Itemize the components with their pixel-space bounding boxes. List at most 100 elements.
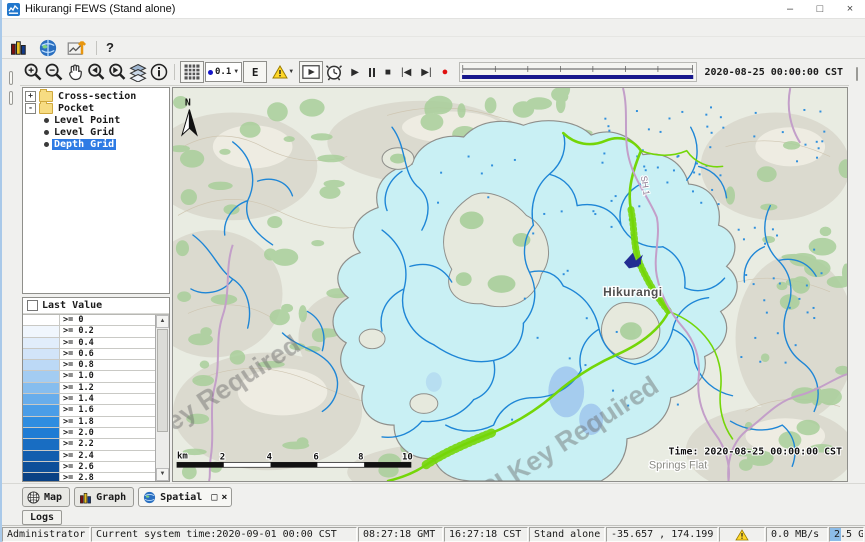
legend-title: Last Value bbox=[42, 300, 102, 311]
layers-icon[interactable] bbox=[128, 62, 148, 82]
map-display-icon[interactable] bbox=[38, 38, 58, 58]
folder-icon bbox=[39, 103, 53, 114]
minimize-button[interactable]: – bbox=[775, 1, 805, 18]
legend-entry-label: >= 1.2 bbox=[60, 383, 94, 393]
tree-expander-icon[interactable]: - bbox=[25, 103, 36, 114]
status-cell: 2.5 GB bbox=[829, 527, 864, 542]
toolbar-separator bbox=[174, 64, 175, 80]
legend-entry: >= 2.4 bbox=[23, 451, 155, 462]
status-cell: -35.657 , 174.199 bbox=[606, 527, 718, 542]
layers-tree: + Cross-section - Pocket bbox=[22, 87, 170, 294]
skip-to-start-button[interactable]: |◀ bbox=[401, 67, 411, 78]
close-button[interactable]: × bbox=[835, 1, 865, 18]
logs-tab[interactable]: Logs bbox=[22, 510, 62, 525]
left-tab-strip bbox=[2, 59, 20, 483]
side-tab[interactable] bbox=[856, 67, 858, 81]
tree-item-label: Cross-section bbox=[56, 91, 138, 102]
tab-restore-icon[interactable]: □ bbox=[211, 492, 217, 503]
tree-item[interactable]: Level Point bbox=[25, 114, 169, 126]
pause-button[interactable] bbox=[369, 68, 375, 77]
current-time-display: 2020-08-25 00:00:00 CST bbox=[702, 67, 846, 78]
legend-color-swatch bbox=[23, 360, 60, 370]
tree-expander-icon[interactable]: + bbox=[25, 91, 36, 102]
legend-entry-label: >= 0.2 bbox=[60, 326, 94, 336]
bottom-tab[interactable]: Map □ × bbox=[22, 487, 70, 507]
status-cell: 16:27:18 CST bbox=[444, 527, 528, 542]
side-tab[interactable] bbox=[9, 71, 13, 85]
zoom-previous-icon[interactable] bbox=[86, 62, 106, 82]
scroll-up-icon[interactable]: ▲ bbox=[156, 315, 169, 328]
legend-entry-label: >= 2.8 bbox=[60, 473, 94, 481]
chevron-down-icon: ▼ bbox=[288, 69, 294, 75]
bottom-tab[interactable]: Spatial □ × bbox=[138, 487, 232, 507]
legend-color-swatch bbox=[23, 326, 60, 336]
maximize-button[interactable]: □ bbox=[805, 1, 835, 18]
bottom-tab[interactable]: Graph □ × bbox=[74, 487, 134, 507]
town-label: Hikurangi bbox=[603, 285, 663, 299]
tree-item[interactable]: Depth Grid bbox=[25, 138, 169, 150]
legend-color-swatch bbox=[23, 394, 60, 404]
legend-entry-label: >= 1.8 bbox=[60, 417, 94, 427]
scroll-thumb[interactable] bbox=[157, 329, 168, 432]
layer-bullet-icon bbox=[44, 130, 49, 135]
map-toolbar: 0.1 ▼ E ▼ bbox=[20, 59, 849, 86]
scroll-down-icon[interactable]: ▼ bbox=[156, 468, 169, 481]
svg-text:2: 2 bbox=[220, 452, 225, 462]
legend-entry-label: >= 1.0 bbox=[60, 371, 94, 381]
last-value-checkbox[interactable] bbox=[27, 300, 38, 311]
status-cell: 0.0 MB/s bbox=[766, 527, 828, 542]
time-slider[interactable] bbox=[459, 62, 696, 82]
legend-color-swatch bbox=[23, 428, 60, 438]
legend-color-swatch bbox=[23, 462, 60, 472]
play-button[interactable]: ▶ bbox=[351, 67, 359, 78]
longitudinal-profile-button[interactable]: E bbox=[243, 61, 267, 83]
status-cell: Administrator bbox=[2, 527, 90, 542]
legend-color-swatch bbox=[23, 405, 60, 415]
stop-button[interactable]: ■ bbox=[385, 67, 391, 78]
layer-bullet-icon bbox=[44, 142, 49, 147]
locality-label: Springs Flat bbox=[649, 459, 707, 471]
legend-entry: >= 2.6 bbox=[23, 462, 155, 473]
help-icon[interactable]: ? bbox=[106, 40, 114, 55]
legend-entry: >= 1.6 bbox=[23, 405, 155, 416]
animation-player-icon[interactable] bbox=[299, 61, 323, 83]
pan-hand-icon[interactable] bbox=[65, 62, 85, 82]
tree-item[interactable]: Level Grid bbox=[25, 126, 169, 138]
map-canvas[interactable]: API Key Required API Key Required SH 1 H… bbox=[172, 87, 848, 482]
status-bar: Administrator Current system time:2020-0… bbox=[2, 525, 865, 542]
legend-entry: >= 2.8 bbox=[23, 473, 155, 481]
legend-entry-label: >= 1.4 bbox=[60, 394, 94, 404]
database-viewer-icon[interactable] bbox=[9, 38, 29, 58]
tree-item-label: Depth Grid bbox=[52, 139, 116, 150]
animation-clock-icon[interactable] bbox=[324, 62, 344, 82]
record-button[interactable]: ● bbox=[442, 66, 449, 78]
legend-scrollbar[interactable]: ▲ ▼ bbox=[155, 315, 169, 481]
fews-logo-icon bbox=[7, 3, 20, 16]
toolbar-separator bbox=[96, 41, 97, 55]
skip-to-end-button[interactable]: ▶| bbox=[421, 67, 431, 78]
warning-icon[interactable] bbox=[735, 529, 749, 541]
tree-item-label: Pocket bbox=[56, 103, 96, 114]
tree-item[interactable]: - Pocket bbox=[25, 102, 169, 114]
side-tab[interactable] bbox=[9, 91, 13, 105]
contour-threshold-dropdown[interactable]: 0.1 ▼ bbox=[205, 62, 242, 82]
status-cell: 08:27:18 GMT bbox=[358, 527, 443, 542]
warning-threshold-dropdown[interactable]: ▼ bbox=[268, 62, 298, 82]
zoom-out-icon[interactable] bbox=[44, 62, 64, 82]
svg-text:10: 10 bbox=[402, 452, 413, 462]
warning-icon bbox=[272, 65, 288, 79]
legend-color-swatch bbox=[23, 417, 60, 427]
bottom-tab-label: Spatial bbox=[160, 492, 202, 503]
info-icon[interactable] bbox=[149, 62, 169, 82]
legend-color-swatch bbox=[23, 383, 60, 393]
tree-item-label: Level Point bbox=[52, 115, 122, 126]
zoom-in-icon[interactable] bbox=[23, 62, 43, 82]
svg-text:N: N bbox=[185, 98, 191, 109]
grid-display-icon[interactable] bbox=[180, 61, 204, 83]
status-cell: Stand alone bbox=[529, 527, 605, 542]
svg-text:8: 8 bbox=[358, 452, 363, 462]
window-title: Hikurangi FEWS (Stand alone) bbox=[25, 3, 175, 15]
zoom-next-icon[interactable] bbox=[107, 62, 127, 82]
timeseries-display-icon[interactable] bbox=[67, 38, 87, 58]
tab-close-icon[interactable]: × bbox=[221, 492, 227, 503]
